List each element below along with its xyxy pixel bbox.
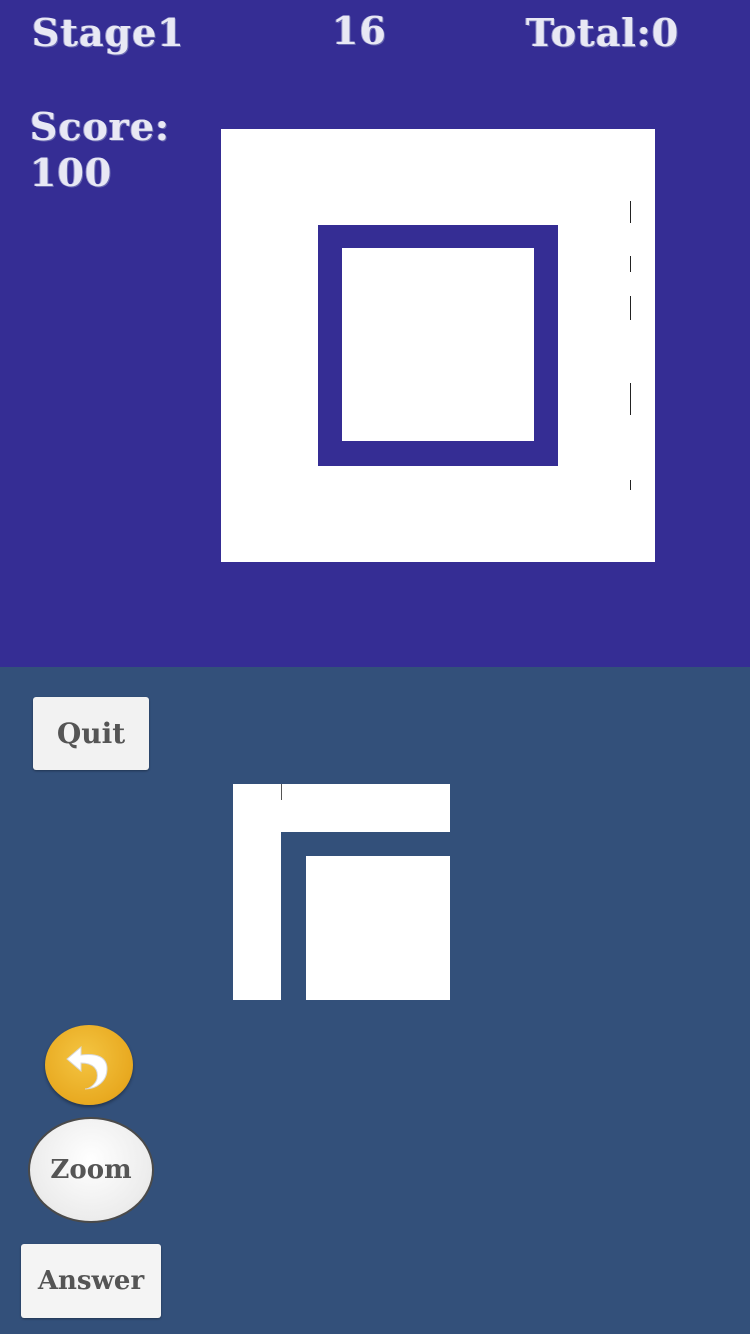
zoom-button[interactable]: Zoom [28,1117,154,1223]
l-piece-horizontal-part[interactable] [281,784,450,832]
quit-button[interactable]: Quit [33,697,149,770]
piece-tray [233,784,450,1000]
piece-seam-line [281,784,282,800]
undo-button[interactable] [45,1025,133,1105]
score-label: Score: [30,104,171,149]
square-piece[interactable] [306,856,450,1000]
undo-arrow-icon [66,1045,108,1090]
score-display: Score: 100 [30,104,170,196]
timer-value: 16 [332,8,387,53]
edge-tick-mark [630,256,631,272]
answer-button[interactable]: Answer [21,1244,161,1318]
target-inner-square [342,248,534,441]
score-value: 100 [30,150,113,195]
stage-label: Stage1 [32,10,185,55]
total-score-label: Total:0 [526,10,680,55]
target-frame [318,225,558,466]
target-shape-board [221,129,655,562]
edge-tick-mark [630,201,631,223]
edge-tick-mark [630,480,631,490]
edge-tick-mark [630,296,631,320]
edge-tick-mark [630,383,631,415]
target-panel: Stage1 16 Total:0 Score: 100 [0,0,750,667]
l-piece-vertical-part[interactable] [233,784,281,1000]
